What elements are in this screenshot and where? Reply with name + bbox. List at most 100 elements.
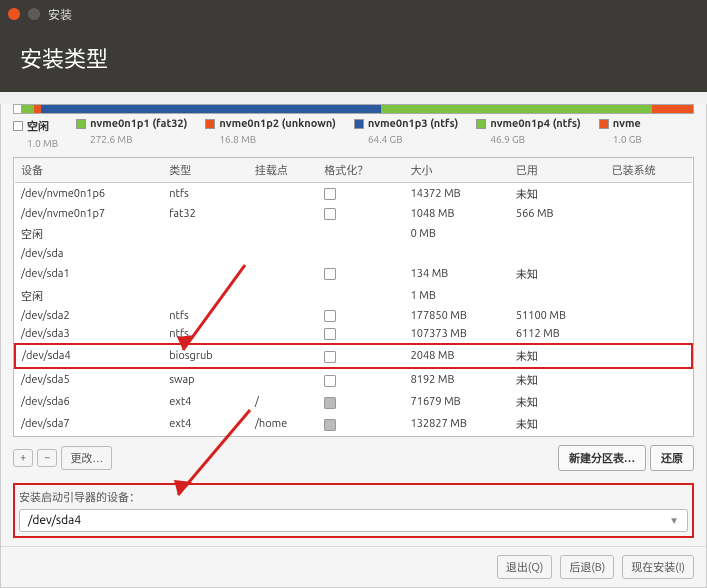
table-row[interactable]: /dev/sda2ntfs177850 MB51100 MB xyxy=(15,307,692,325)
format-checkbox[interactable] xyxy=(324,268,336,280)
cell-format xyxy=(318,183,404,206)
format-checkbox[interactable] xyxy=(324,351,336,363)
back-button[interactable]: 后退(B) xyxy=(560,555,614,579)
format-checkbox[interactable] xyxy=(324,310,336,322)
cell-format xyxy=(318,205,404,223)
cell-type: ntfs xyxy=(163,325,249,344)
cell-size: 134 MB xyxy=(405,263,510,285)
table-row[interactable]: /dev/nvme0n1p6ntfs14372 MB未知 xyxy=(15,183,692,206)
change-button[interactable]: 更改… xyxy=(61,446,112,470)
cell-size: 71679 MB xyxy=(405,391,510,413)
quit-button[interactable]: 退出(Q) xyxy=(497,555,552,579)
legend-size: 64.4 GB xyxy=(368,134,458,145)
format-checkbox[interactable] xyxy=(324,397,336,409)
col-size[interactable]: 大小 xyxy=(405,158,510,183)
table-row[interactable]: /dev/sda1134 MB未知 xyxy=(15,263,692,285)
legend-item: nvme0n1p1 (fat32)272.6 MB xyxy=(76,118,187,145)
cell-format xyxy=(318,391,404,413)
table-row[interactable]: /dev/sda5swap8192 MB未知 xyxy=(15,368,692,391)
bootloader-device-select[interactable]: /dev/sda4 ▼ xyxy=(19,509,688,532)
window-title: 安装 xyxy=(48,6,72,23)
cell-used xyxy=(510,223,606,245)
cell-used: 未知 xyxy=(510,183,606,206)
cell-system xyxy=(606,205,692,223)
col-used[interactable]: 已用 xyxy=(510,158,606,183)
cell-type: ntfs xyxy=(163,183,249,206)
table-row[interactable]: /dev/sda xyxy=(15,245,692,263)
col-system[interactable]: 已装系统 xyxy=(606,158,692,183)
cell-used xyxy=(510,245,606,263)
format-checkbox[interactable] xyxy=(324,208,336,220)
disk-usage-bar xyxy=(13,104,694,114)
col-device[interactable]: 设备 xyxy=(15,158,163,183)
cell-size: 2048 MB xyxy=(405,344,510,368)
cell-device: /dev/sda4 xyxy=(15,344,163,368)
cell-device: /dev/sda5 xyxy=(15,368,163,391)
cell-device: 空闲 xyxy=(15,285,163,307)
cell-device: 空闲 xyxy=(15,223,163,245)
col-format[interactable]: 格式化？ xyxy=(318,158,404,183)
table-row[interactable]: 空闲 0 MB xyxy=(15,223,692,245)
cell-device: /dev/sda2 xyxy=(15,307,163,325)
cell-system xyxy=(606,368,692,391)
table-row[interactable]: /dev/nvme0n1p7fat321048 MB566 MB xyxy=(15,205,692,223)
partition-table[interactable]: 设备 类型 挂载点 格式化？ 大小 已用 已装系统 /dev/nvme0n1p6… xyxy=(13,157,694,437)
remove-partition-button[interactable]: − xyxy=(37,449,57,467)
cell-format xyxy=(318,325,404,344)
legend-name: nvme xyxy=(613,118,641,130)
cell-type: ntfs xyxy=(163,307,249,325)
cell-mount xyxy=(249,205,318,223)
col-type[interactable]: 类型 xyxy=(163,158,249,183)
cell-device: /dev/nvme0n1p6 xyxy=(15,183,163,206)
revert-button[interactable]: 还原 xyxy=(650,445,694,471)
install-now-button[interactable]: 现在安装(I) xyxy=(622,555,694,579)
page-title: 安装类型 xyxy=(0,28,707,92)
table-row[interactable]: /dev/sda3ntfs107373 MB6112 MB xyxy=(15,325,692,344)
cell-size: 0 MB xyxy=(405,223,510,245)
cell-format xyxy=(318,344,404,368)
format-checkbox[interactable] xyxy=(324,419,336,431)
col-mount[interactable]: 挂载点 xyxy=(249,158,318,183)
cell-mount: / xyxy=(249,391,318,413)
legend-item: nvme0n1p2 (unknown)16.8 MB xyxy=(205,118,335,145)
cell-used: 未知 xyxy=(510,368,606,391)
close-icon[interactable] xyxy=(8,8,20,20)
cell-system xyxy=(606,391,692,413)
cell-mount xyxy=(249,285,318,307)
chevron-down-icon: ▼ xyxy=(669,515,679,527)
cell-size: 8192 MB xyxy=(405,368,510,391)
legend-swatch-icon xyxy=(476,119,486,129)
legend-size: 46.9 GB xyxy=(490,134,580,145)
cell-mount xyxy=(249,307,318,325)
cell-system xyxy=(606,245,692,263)
table-row[interactable]: /dev/sda4biosgrub 2048 MB未知 xyxy=(15,344,692,368)
table-row[interactable]: 空闲1 MB xyxy=(15,285,692,307)
format-checkbox[interactable] xyxy=(324,328,336,340)
cell-used: 未知 xyxy=(510,391,606,413)
cell-size: 177850 MB xyxy=(405,307,510,325)
cell-mount xyxy=(249,183,318,206)
cell-type xyxy=(163,223,249,245)
cell-used: 未知 xyxy=(510,344,606,368)
cell-type: biosgrub xyxy=(163,344,249,368)
legend-swatch-icon xyxy=(354,119,364,129)
cell-device: /dev/nvme0n1p7 xyxy=(15,205,163,223)
legend-name: nvme0n1p3 (ntfs) xyxy=(368,118,458,130)
minimize-icon[interactable] xyxy=(28,8,40,20)
legend-size: 1.0 GB xyxy=(613,134,642,145)
format-checkbox[interactable] xyxy=(324,188,336,200)
cell-format xyxy=(318,368,404,391)
cell-system xyxy=(606,223,692,245)
cell-mount xyxy=(249,223,318,245)
legend-item: nvme0n1p4 (ntfs)46.9 GB xyxy=(476,118,580,145)
add-partition-button[interactable]: + xyxy=(13,449,33,467)
cell-type: ext4 xyxy=(163,413,249,435)
cell-used: 未知 xyxy=(510,413,606,435)
table-row[interactable]: /dev/sda6ext4/71679 MB未知 xyxy=(15,391,692,413)
new-partition-table-button[interactable]: 新建分区表… xyxy=(558,445,646,471)
table-row[interactable]: /dev/sda7ext4/home132827 MB未知 xyxy=(15,413,692,435)
format-checkbox[interactable] xyxy=(324,375,336,387)
cell-used: 566 MB xyxy=(510,205,606,223)
cell-system xyxy=(606,325,692,344)
cell-mount xyxy=(249,263,318,285)
